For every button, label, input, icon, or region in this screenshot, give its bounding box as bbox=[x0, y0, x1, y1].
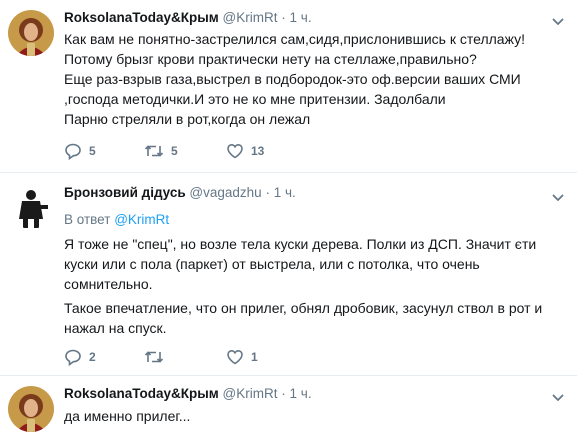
tweet-text-line: Потому брызг крови практически нету на с… bbox=[64, 51, 477, 67]
caret-down-icon[interactable] bbox=[551, 390, 565, 402]
reply-button[interactable]: 2 bbox=[64, 347, 96, 367]
tweet-actions: 5 5 13 bbox=[64, 141, 364, 161]
timestamp[interactable]: 1 ч. bbox=[290, 386, 312, 401]
avatar[interactable] bbox=[8, 10, 54, 56]
tweet-3[interactable]: RoksolanaToday&Крым @KrimRt · 1 ч. да им… bbox=[0, 376, 577, 437]
tweet-text-line: да именно прилег... bbox=[64, 408, 191, 424]
retweet-icon bbox=[144, 145, 164, 157]
caret-down-icon[interactable] bbox=[551, 190, 565, 202]
tweet-text: Как вам не понятно-застрелился сам,сидя,… bbox=[64, 29, 564, 129]
tweet-text-line: Как вам не понятно-застрелился сам,сидя,… bbox=[64, 31, 525, 47]
retweet-icon bbox=[144, 351, 164, 363]
like-icon bbox=[227, 143, 243, 159]
reply-count: 5 bbox=[89, 144, 96, 158]
reply-icon bbox=[65, 143, 81, 160]
like-button[interactable]: 1 bbox=[226, 347, 258, 367]
tweet-text-line: Такое впечатление, что он прилег, обнял … bbox=[64, 300, 543, 316]
author-handle[interactable]: @KrimRt bbox=[223, 10, 278, 25]
reply-context: В ответ @KrimRt bbox=[64, 212, 169, 227]
tweet-text: Я тоже не "спец", но возле тела куски де… bbox=[64, 234, 564, 338]
like-button[interactable]: 13 bbox=[226, 141, 264, 161]
timestamp[interactable]: 1 ч. bbox=[290, 10, 312, 25]
tweet-text-line: Еще раз-взрыв газа,выстрел в подбородок-… bbox=[64, 71, 521, 87]
reply-button[interactable]: 5 bbox=[64, 141, 96, 161]
tweet-text-line: куски или с пола (паркет) от выстрела, и… bbox=[64, 256, 480, 272]
tweet-text-line: сомнительно. bbox=[64, 276, 153, 292]
tweet-text-line: нажал на спуск. bbox=[64, 320, 167, 336]
tweet-1[interactable]: RoksolanaToday&Крым @KrimRt · 1 ч. Как в… bbox=[0, 0, 577, 173]
tweet-actions: 2 1 bbox=[64, 347, 364, 367]
retweet-button[interactable]: 5 bbox=[144, 141, 178, 161]
separator-dot: · bbox=[281, 386, 286, 401]
tweet-text-line: Я тоже не "спец", но возле тела куски де… bbox=[64, 236, 537, 252]
reply-prefix: В ответ bbox=[64, 212, 111, 227]
retweet-button[interactable] bbox=[144, 347, 171, 367]
reply-icon bbox=[65, 349, 81, 366]
tweet-text: да именно прилег... bbox=[64, 406, 564, 426]
caret-down-icon[interactable] bbox=[551, 14, 565, 26]
tweet-text-line: ,господа методички.И это не ко мне прите… bbox=[64, 91, 446, 107]
tweet-2[interactable]: Бронзовий дідусь @vagadzhu · 1 ч. В отве… bbox=[0, 173, 577, 376]
author-handle[interactable]: @KrimRt bbox=[223, 386, 278, 401]
reply-count: 2 bbox=[89, 350, 96, 364]
author-name[interactable]: Бронзовий дідусь bbox=[64, 185, 186, 200]
separator-dot: · bbox=[281, 10, 286, 25]
like-count: 13 bbox=[251, 144, 265, 158]
tweet-text-line: Парню стреляли в рот,когда он лежал bbox=[64, 111, 311, 127]
like-icon bbox=[227, 349, 243, 365]
avatar[interactable] bbox=[8, 183, 54, 229]
reply-to-link[interactable]: @KrimRt bbox=[114, 212, 169, 227]
separator-dot: · bbox=[265, 185, 270, 200]
author-name[interactable]: RoksolanaToday&Крым bbox=[64, 10, 219, 25]
author-name[interactable]: RoksolanaToday&Крым bbox=[64, 386, 219, 401]
retweet-count: 5 bbox=[171, 144, 178, 158]
timestamp[interactable]: 1 ч. bbox=[274, 185, 296, 200]
avatar[interactable] bbox=[8, 386, 54, 432]
like-count: 1 bbox=[251, 350, 258, 364]
author-handle[interactable]: @vagadzhu bbox=[189, 185, 261, 200]
